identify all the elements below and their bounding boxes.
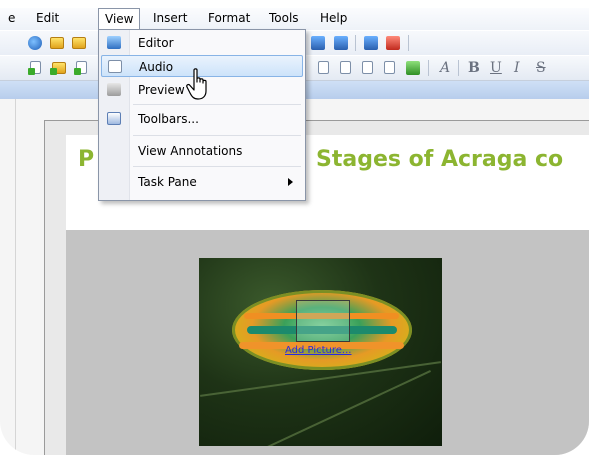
delete-icon[interactable] [386, 36, 400, 50]
left-ruler [15, 99, 16, 455]
menu-bar: e Edit View Insert Format Tools Help [0, 8, 589, 30]
toolbar-separator [428, 60, 429, 76]
open-recent-icon[interactable] [72, 37, 86, 49]
menu-help[interactable]: Help [320, 11, 347, 25]
menu-separator [133, 166, 301, 167]
page-layout-2-icon[interactable] [340, 61, 351, 74]
web-icon[interactable] [28, 36, 42, 50]
publish-icon[interactable] [334, 36, 348, 50]
strikethrough-button[interactable]: S [536, 60, 546, 76]
bold-button[interactable]: B [468, 60, 480, 76]
menu-item-label: View Annotations [138, 144, 243, 158]
image-icon[interactable] [406, 61, 420, 75]
menu-item-label: Editor [138, 36, 174, 50]
open-folder-icon[interactable] [50, 37, 64, 49]
page-layout-3-icon[interactable] [362, 61, 373, 74]
menu-item-view-annotations[interactable]: View Annotations [101, 140, 303, 162]
font-color-button[interactable]: A [440, 60, 450, 76]
new-folder-icon[interactable] [50, 62, 66, 75]
refresh-icon[interactable] [311, 36, 325, 50]
menu-item-label: Preview [138, 83, 185, 97]
audio-icon [108, 60, 122, 73]
menu-format[interactable]: Format [208, 11, 250, 25]
menu-item-label: Task Pane [138, 175, 197, 189]
underline-button[interactable]: U [490, 60, 502, 76]
preview-icon [107, 83, 121, 96]
toolbar-separator [458, 60, 459, 76]
menu-insert[interactable]: Insert [153, 11, 187, 25]
new-page-icon[interactable] [28, 61, 41, 75]
toolbar-separator [408, 35, 409, 51]
menu-view[interactable]: View [98, 8, 141, 29]
menu-item-toolbars[interactable]: Toolbars... [101, 108, 303, 130]
app-window: e Edit View Insert Format Tools Help A B… [0, 0, 589, 455]
slide-title: Stages of Acraga co [316, 147, 564, 172]
italic-button[interactable]: I [514, 60, 520, 76]
page-layout-1-icon[interactable] [318, 61, 329, 74]
menu-item-editor[interactable]: Editor [101, 32, 303, 54]
menu-file-partial[interactable]: e [8, 11, 15, 25]
picture-placeholder[interactable] [296, 300, 350, 342]
page-layout-4-icon[interactable] [384, 61, 395, 74]
hand-cursor-icon [186, 68, 207, 100]
slide-title-start: P [78, 147, 95, 172]
menu-separator [133, 135, 301, 136]
undo-icon[interactable] [364, 36, 378, 50]
menu-edit[interactable]: Edit [36, 11, 59, 25]
menu-item-task-pane[interactable]: Task Pane [101, 171, 303, 193]
submenu-arrow-icon [288, 178, 293, 186]
menu-separator [133, 104, 301, 105]
add-item-icon[interactable] [74, 61, 87, 75]
add-picture-link[interactable]: Add Picture... [285, 345, 351, 356]
view-menu-dropdown: Editor Audio Preview Toolbars... View An… [98, 29, 306, 201]
toolbar-separator [355, 35, 356, 51]
toolbars-icon [107, 112, 121, 125]
menu-item-label: Audio [139, 60, 174, 74]
menu-tools[interactable]: Tools [269, 11, 299, 25]
menu-item-label: Toolbars... [138, 112, 199, 126]
editor-icon [107, 36, 121, 49]
